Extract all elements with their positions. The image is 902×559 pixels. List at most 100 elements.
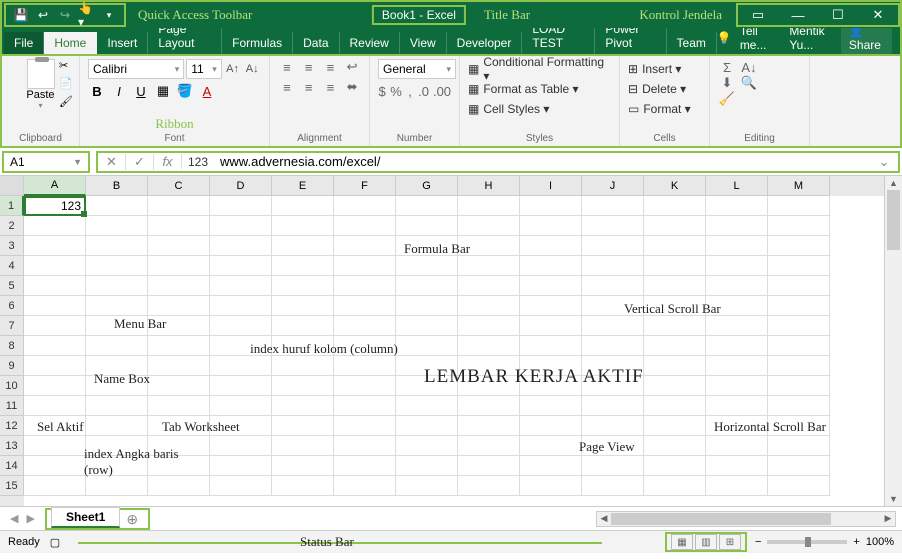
cell[interactable] (148, 436, 210, 456)
cell[interactable] (706, 336, 768, 356)
cell[interactable] (768, 336, 830, 356)
cell[interactable] (768, 396, 830, 416)
cell[interactable] (458, 196, 520, 216)
align-left-icon[interactable]: ≡ (278, 79, 296, 95)
zoom-thumb[interactable] (805, 537, 811, 547)
row-header[interactable]: 1 (0, 196, 24, 216)
page-break-view-icon[interactable]: ⊞ (719, 534, 741, 550)
cell[interactable] (644, 216, 706, 236)
zoom-slider[interactable] (767, 540, 847, 544)
cell[interactable] (334, 436, 396, 456)
cell[interactable] (210, 236, 272, 256)
tab-view[interactable]: View (400, 32, 447, 54)
cells[interactable]: 123 document.write(Array.from({length:15… (24, 196, 884, 496)
cell[interactable] (396, 216, 458, 236)
tab-team[interactable]: Team (667, 32, 717, 54)
cell[interactable] (272, 236, 334, 256)
cell[interactable] (210, 296, 272, 316)
formula-input[interactable] (214, 154, 870, 169)
decrease-decimal-icon[interactable]: .00 (433, 83, 451, 99)
cell[interactable] (582, 216, 644, 236)
increase-decimal-icon[interactable]: .0 (418, 83, 429, 99)
tab-formulas[interactable]: Formulas (222, 32, 293, 54)
cell[interactable] (210, 196, 272, 216)
qat-customize-icon[interactable]: ▾ (100, 6, 118, 24)
cell[interactable] (768, 216, 830, 236)
cell[interactable] (458, 296, 520, 316)
cell[interactable] (706, 276, 768, 296)
cell[interactable] (582, 376, 644, 396)
row-header[interactable]: 14 (0, 456, 24, 476)
cell[interactable] (768, 476, 830, 496)
cell[interactable] (520, 416, 582, 436)
cell[interactable] (520, 376, 582, 396)
row-header[interactable]: 10 (0, 376, 24, 396)
cut-icon[interactable]: ✂ (59, 59, 75, 73)
cell[interactable] (148, 336, 210, 356)
cell[interactable] (644, 436, 706, 456)
column-header[interactable]: J (582, 176, 644, 196)
cell[interactable] (644, 376, 706, 396)
font-name-combo[interactable]: Calibri▾ (88, 59, 184, 79)
zoom-out-icon[interactable]: − (755, 536, 761, 548)
cell[interactable] (272, 376, 334, 396)
cell[interactable] (396, 236, 458, 256)
ribbon-options-icon[interactable]: ▭ (738, 5, 778, 25)
cell[interactable] (644, 296, 706, 316)
align-middle-icon[interactable]: ≡ (300, 59, 318, 75)
cell[interactable] (458, 316, 520, 336)
cell[interactable] (582, 456, 644, 476)
cell[interactable] (706, 396, 768, 416)
align-right-icon[interactable]: ≡ (322, 79, 340, 95)
cell[interactable] (396, 456, 458, 476)
cell[interactable] (334, 316, 396, 336)
cell[interactable] (272, 436, 334, 456)
tab-developer[interactable]: Developer (447, 32, 523, 54)
cell[interactable] (644, 256, 706, 276)
cell[interactable] (458, 356, 520, 376)
cell[interactable] (396, 376, 458, 396)
cell[interactable] (334, 376, 396, 396)
cell[interactable] (458, 396, 520, 416)
cell[interactable] (334, 476, 396, 496)
macro-record-icon[interactable]: ▢ (50, 536, 60, 549)
cell[interactable] (396, 356, 458, 376)
cell[interactable] (644, 316, 706, 336)
column-header[interactable]: H (458, 176, 520, 196)
cell[interactable] (24, 356, 86, 376)
cell[interactable] (706, 476, 768, 496)
cell[interactable] (86, 476, 148, 496)
row-header[interactable]: 15 (0, 476, 24, 496)
cell[interactable] (334, 416, 396, 436)
row-header[interactable]: 2 (0, 216, 24, 236)
cell[interactable] (148, 256, 210, 276)
cell[interactable] (582, 356, 644, 376)
cell[interactable] (210, 336, 272, 356)
cell[interactable] (272, 216, 334, 236)
cell[interactable] (458, 236, 520, 256)
cell[interactable] (210, 396, 272, 416)
cell[interactable] (86, 256, 148, 276)
cell[interactable] (706, 196, 768, 216)
cell[interactable] (24, 276, 86, 296)
cell[interactable] (396, 316, 458, 336)
cell[interactable] (24, 336, 86, 356)
fill-color-icon[interactable]: 🪣 (176, 83, 194, 99)
cell[interactable] (272, 196, 334, 216)
cell[interactable] (86, 216, 148, 236)
cell[interactable] (334, 296, 396, 316)
border-icon[interactable]: ▦ (154, 83, 172, 99)
cell[interactable] (86, 356, 148, 376)
cell[interactable] (334, 196, 396, 216)
cell[interactable] (148, 316, 210, 336)
zoom-in-icon[interactable]: + (853, 536, 859, 548)
cell[interactable] (458, 476, 520, 496)
column-header[interactable]: B (86, 176, 148, 196)
cell[interactable] (148, 396, 210, 416)
cell[interactable] (582, 336, 644, 356)
format-as-table-button[interactable]: ▦Format as Table ▾ (468, 79, 611, 99)
font-size-combo[interactable]: 11▾ (186, 59, 221, 79)
cell[interactable] (520, 236, 582, 256)
cell[interactable] (706, 436, 768, 456)
cell[interactable] (334, 216, 396, 236)
